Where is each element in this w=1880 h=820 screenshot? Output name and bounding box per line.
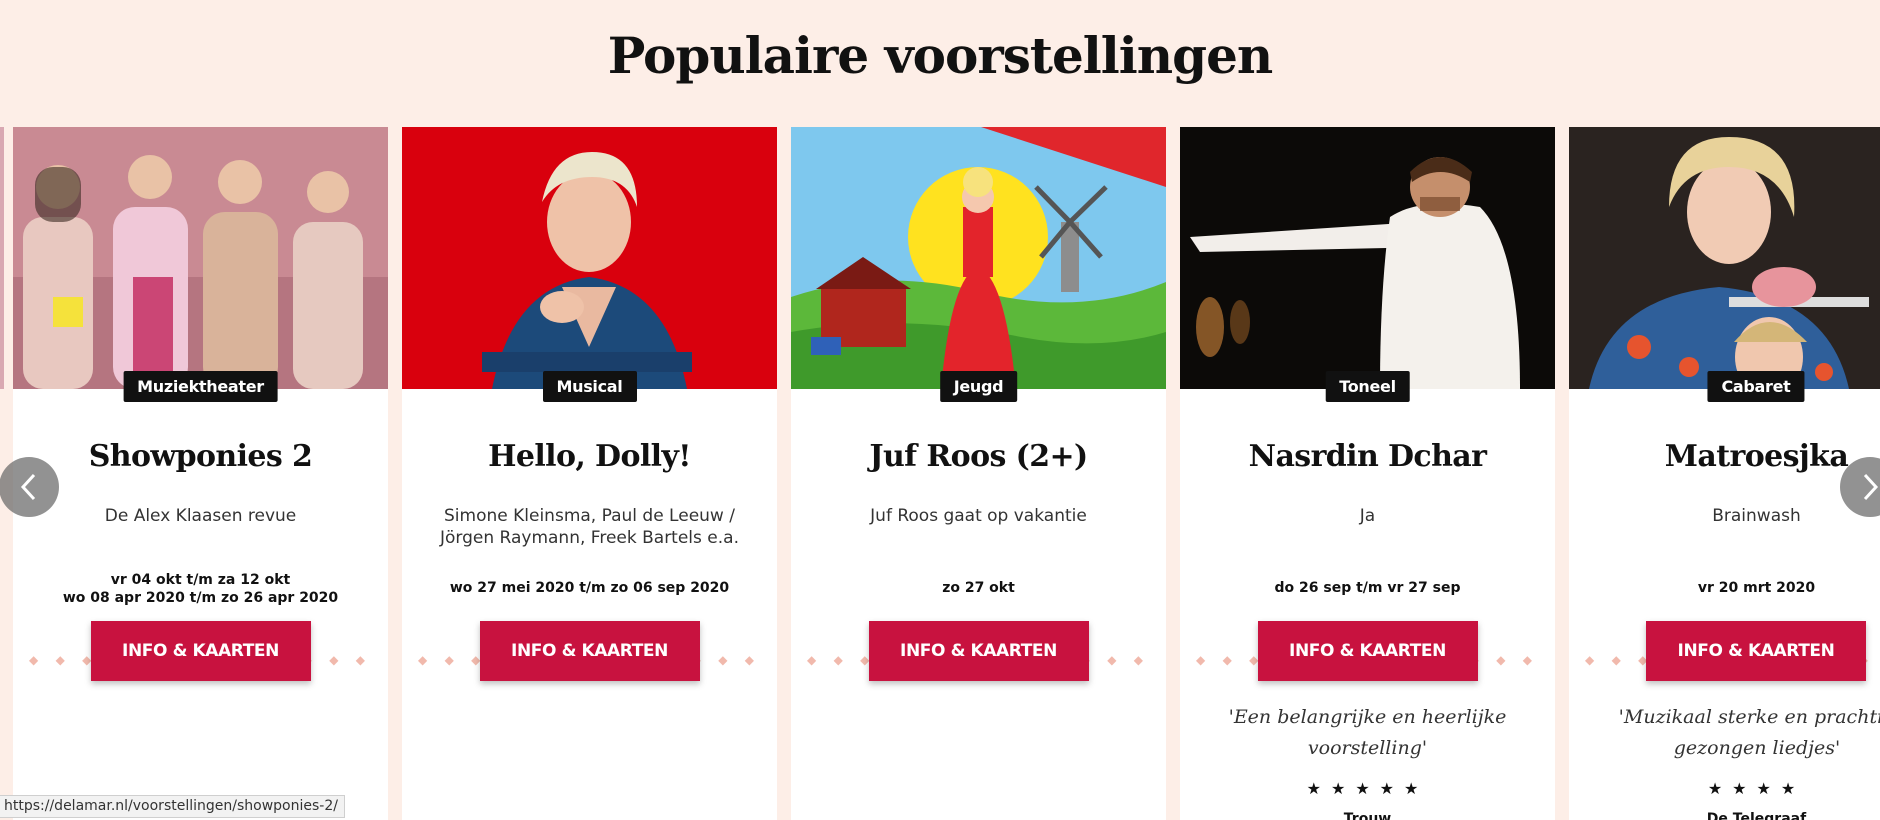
previous-card-edge: [0, 127, 4, 389]
category-badge: Toneel: [1325, 371, 1410, 402]
date-line: do 26 sep t/m vr 27 sep: [1274, 580, 1461, 596]
show-subtitle: Brainwash: [1712, 506, 1801, 526]
show-card-hello-dolly[interactable]: Musical Hello, Dolly! Simone Kleinsma, P…: [402, 127, 777, 820]
show-subtitle: Ja: [1359, 506, 1376, 526]
section-title: Populaire voorstellingen: [607, 26, 1273, 85]
show-dates: zo 27 okt: [801, 579, 1156, 597]
info-tickets-button[interactable]: INFO & KAARTEN: [1646, 621, 1866, 681]
status-bar-url: https://delamar.nl/voorstellingen/showpo…: [0, 795, 345, 818]
category-badge: Muziektheater: [123, 371, 278, 402]
category-badge: Cabaret: [1707, 371, 1805, 402]
show-title[interactable]: Juf Roos (2+): [791, 439, 1166, 474]
date-line: vr 20 mrt 2020: [1697, 580, 1816, 596]
review-source: Trouw: [1343, 811, 1392, 820]
show-dates: do 26 sep t/m vr 27 sep: [1190, 579, 1545, 597]
show-card-nasrdin-dchar[interactable]: Toneel Nasrdin Dchar Ja do 26 sep t/m vr…: [1180, 127, 1555, 820]
date-line: zo 27 okt: [942, 580, 1015, 596]
category-badge: Jeugd: [939, 371, 1018, 402]
show-title[interactable]: Hello, Dolly!: [402, 439, 777, 474]
show-image[interactable]: [13, 127, 388, 389]
date-line: wo 27 mei 2020 t/m zo 06 sep 2020: [449, 580, 730, 596]
show-image[interactable]: [791, 127, 1166, 389]
review-quote: 'Een belangrijke en heerlijke voorstelli…: [1228, 706, 1507, 759]
show-image[interactable]: [402, 127, 777, 389]
show-dates: wo 27 mei 2020 t/m zo 06 sep 2020: [412, 579, 767, 597]
show-dates: vr 20 mrt 2020: [1569, 579, 1880, 597]
info-tickets-button[interactable]: INFO & KAARTEN: [868, 621, 1089, 681]
info-tickets-button[interactable]: INFO & KAARTEN: [1257, 621, 1478, 681]
chevron-right-icon: [1863, 473, 1879, 501]
show-image[interactable]: [1180, 127, 1555, 389]
show-title[interactable]: Showponies 2: [13, 439, 388, 474]
review-source: De Telegraaf: [1706, 811, 1807, 820]
show-card-matroesjka[interactable]: Cabaret Matroesjka Brainwash vr 20 mrt 2…: [1569, 127, 1880, 820]
show-dates: vr 04 okt t/m za 12 okt wo 08 apr 2020 t…: [23, 571, 378, 607]
star-rating: ★★★★: [1707, 781, 1806, 798]
info-tickets-button[interactable]: INFO & KAARTEN: [479, 621, 700, 681]
star-rating: ★★★★★: [1306, 781, 1429, 798]
info-tickets-button[interactable]: INFO & KAARTEN: [90, 621, 311, 681]
show-card-showponies[interactable]: Muziektheater Showponies 2 De Alex Klaas…: [13, 127, 388, 820]
chevron-left-icon: [20, 473, 36, 501]
show-card-juf-roos[interactable]: Jeugd Juf Roos (2+) Juf Roos gaat op vak…: [791, 127, 1166, 820]
category-badge: Musical: [542, 371, 637, 402]
show-subtitle: Simone Kleinsma, Paul de Leeuw / Jörgen …: [440, 506, 739, 548]
show-title[interactable]: Nasrdin Dchar: [1180, 439, 1555, 474]
show-subtitle: De Alex Klaasen revue: [104, 506, 297, 526]
show-subtitle: Juf Roos gaat op vakantie: [870, 506, 1087, 526]
carousel-prev-button[interactable]: [0, 457, 59, 517]
review-quote: 'Muzikaal sterke en prachtig gezongen li…: [1618, 706, 1880, 759]
show-image[interactable]: [1569, 127, 1880, 389]
date-line: vr 04 okt t/m za 12 okt: [110, 572, 291, 588]
show-carousel: Muziektheater Showponies 2 De Alex Klaas…: [0, 127, 1880, 820]
date-line: wo 08 apr 2020 t/m zo 26 apr 2020: [62, 590, 339, 606]
show-title[interactable]: Matroesjka: [1569, 439, 1880, 474]
